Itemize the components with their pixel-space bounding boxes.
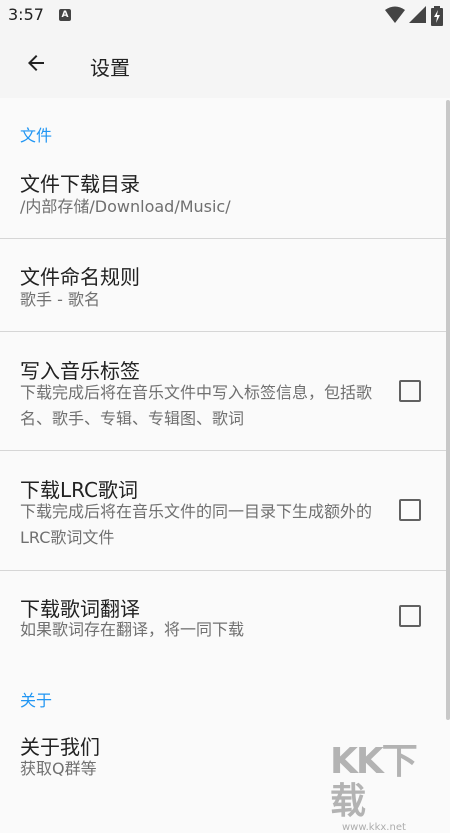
watermark-url: www.kkx.net: [342, 822, 406, 833]
write-tags-checkbox[interactable]: [399, 380, 421, 402]
download-translation-checkbox[interactable]: [399, 605, 421, 627]
watermark-logo: KK下载: [330, 741, 418, 822]
status-time: 3:57: [8, 5, 44, 24]
pref-download-translation[interactable]: 下载歌词翻译 如果歌词存在翻译，将一同下载: [0, 571, 450, 663]
page-title: 设置: [90, 56, 130, 80]
section-header-file: 文件: [20, 126, 53, 145]
wifi-icon: [385, 6, 405, 28]
pref-summary: /内部存储/Download/Music/: [20, 197, 231, 216]
pref-title: 文件命名规则: [20, 265, 140, 289]
back-button[interactable]: [14, 43, 58, 87]
section-header-about: 关于: [20, 691, 53, 710]
arrow-left-icon: [24, 51, 48, 79]
pref-summary: 下载完成后将在音乐文件的同一目录下生成额外的LRC歌词文件: [20, 502, 373, 547]
pref-summary: 下载完成后将在音乐文件中写入标签信息，包括歌名、歌手、专辑、专辑图、歌词: [20, 383, 373, 428]
app-bar: 设置: [0, 32, 450, 98]
pref-summary: 歌手 - 歌名: [20, 290, 100, 309]
signal-icon: [409, 6, 427, 28]
pref-summary: 获取Q群等: [20, 759, 97, 778]
battery-icon: [431, 6, 443, 30]
pref-download-lrc[interactable]: 下载LRC歌词 下载完成后将在音乐文件的同一目录下生成额外的LRC歌词文件: [0, 451, 450, 570]
scrollbar[interactable]: [446, 100, 450, 720]
pref-download-dir[interactable]: 文件下载目录 /内部存储/Download/Music/: [0, 160, 450, 238]
download-lrc-checkbox[interactable]: [399, 499, 421, 521]
watermark: KK下载 www.kkx.net: [330, 742, 448, 833]
pref-summary: 如果歌词存在翻译，将一同下载: [20, 620, 245, 639]
pref-write-tags[interactable]: 写入音乐标签 下载完成后将在音乐文件中写入标签信息，包括歌名、歌手、专辑、专辑图…: [0, 332, 450, 450]
pref-naming-rule[interactable]: 文件命名规则 歌手 - 歌名: [0, 239, 450, 331]
notification-a-icon: A: [59, 9, 71, 21]
status-bar: 3:57 A: [0, 0, 450, 32]
pref-title: 文件下载目录: [20, 172, 140, 196]
